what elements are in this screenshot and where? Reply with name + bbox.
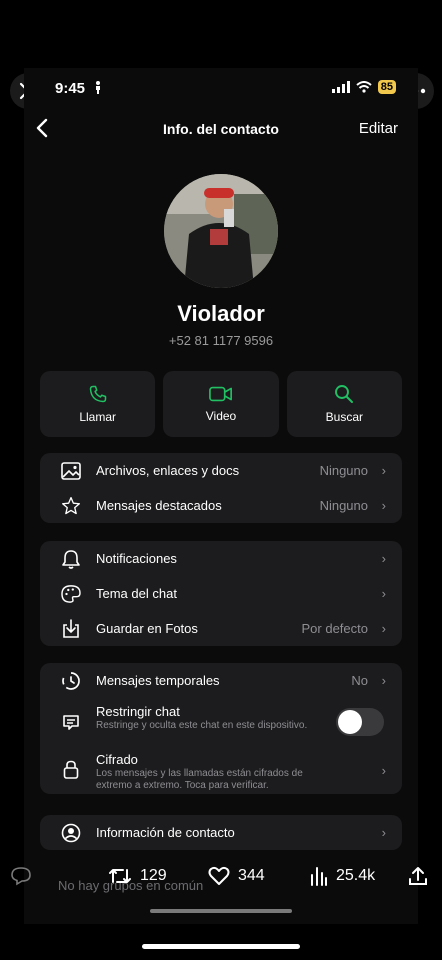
files-value: Ninguno	[319, 463, 368, 478]
contact-info-group: Información de contacto ›	[40, 815, 402, 850]
call-button[interactable]: Llamar	[40, 371, 156, 437]
encryption-description: Los mensajes y las llamadas están cifrad…	[96, 768, 303, 791]
palette-icon	[60, 583, 82, 605]
encryption-label: Cifrado	[96, 752, 138, 767]
disappearing-label: Mensajes temporales	[96, 673, 220, 688]
share-icon	[409, 867, 427, 885]
restrict-chat-toggle[interactable]	[336, 708, 384, 736]
restrict-icon	[60, 711, 82, 733]
chevron-right-icon: ›	[381, 586, 386, 601]
starred-label: Mensajes destacados	[96, 498, 222, 513]
avatar[interactable]	[164, 174, 278, 288]
chat-settings-group: Notificaciones › Tema del chat › Guardar…	[40, 541, 402, 646]
encryption-row[interactable]: Cifrado Los mensajes y las llamadas está…	[40, 746, 402, 794]
contact-info-row[interactable]: Información de contacto ›	[40, 815, 402, 850]
status-time: 9:45	[55, 80, 86, 97]
views-button[interactable]: 25.4k	[310, 866, 375, 886]
star-icon	[60, 495, 82, 517]
privacy-group: Mensajes temporales No › Restringir chat…	[40, 663, 402, 794]
chevron-right-icon: ›	[381, 825, 386, 840]
chevron-right-icon: ›	[381, 463, 386, 478]
action-row: Llamar Video Buscar	[40, 371, 402, 437]
notifications-label: Notificaciones	[96, 551, 177, 566]
comment-icon	[11, 867, 31, 886]
chevron-right-icon: ›	[381, 498, 386, 513]
retweet-button[interactable]: 129	[108, 866, 167, 886]
save-photos-label: Guardar en Fotos	[96, 621, 198, 636]
views-count: 25.4k	[336, 867, 376, 884]
tweet-action-bar: 129 344 25.4k	[0, 858, 442, 898]
save-to-photos-row[interactable]: Guardar en Fotos Por defecto ›	[40, 611, 402, 646]
disappearing-messages-row[interactable]: Mensajes temporales No ›	[40, 663, 402, 698]
reply-button[interactable]	[10, 866, 32, 886]
contact-info-label: Información de contacto	[96, 825, 235, 840]
search-icon	[335, 385, 354, 403]
user-circle-icon	[60, 822, 82, 844]
person-icon	[94, 81, 102, 99]
battery-badge: 85	[377, 80, 396, 94]
home-indicator	[142, 944, 300, 949]
share-button[interactable]	[408, 866, 428, 886]
video-icon	[209, 386, 232, 402]
contact-phone: +52 81 1177 9596	[168, 333, 274, 348]
files-links-docs-row[interactable]: Archivos, enlaces y docs Ninguno ›	[40, 453, 402, 488]
chevron-right-icon: ›	[381, 621, 386, 636]
video-label: Video	[205, 409, 237, 423]
bar-chart-icon	[311, 867, 327, 886]
wifi-icon	[356, 81, 372, 93]
like-button[interactable]: 344	[208, 866, 265, 886]
starred-value: Ninguno	[319, 498, 368, 513]
edit-button[interactable]: Editar	[359, 120, 398, 137]
save-photos-value: Por defecto	[301, 621, 369, 636]
inner-home-indicator	[150, 909, 292, 913]
download-icon	[60, 618, 82, 640]
signal-icon	[331, 81, 350, 93]
chevron-right-icon: ›	[381, 762, 386, 778]
restrict-description: Restringe y oculta este chat en este dis…	[96, 720, 308, 731]
image-icon	[60, 460, 82, 482]
search-label: Buscar	[325, 410, 363, 424]
lock-icon	[60, 759, 82, 781]
status-bar: 9:45 85	[24, 68, 418, 108]
retweet-count: 129	[140, 867, 167, 884]
contact-name: Violador	[177, 301, 265, 326]
timer-icon	[60, 670, 82, 692]
chat-theme-row[interactable]: Tema del chat ›	[40, 576, 402, 611]
chevron-right-icon: ›	[381, 551, 386, 566]
toggle-knob	[338, 710, 362, 734]
disappearing-value: No	[351, 673, 368, 688]
heart-icon	[208, 866, 230, 885]
media-group: Archivos, enlaces y docs Ninguno › Mensa…	[40, 453, 402, 523]
starred-messages-row[interactable]: Mensajes destacados Ninguno ›	[40, 488, 402, 523]
retweet-icon	[109, 869, 131, 883]
restrict-chat-row: Restringir chat Restringe y oculta este …	[40, 698, 402, 746]
like-count: 344	[238, 867, 265, 884]
nav-bar: Info. del contacto Editar	[24, 116, 418, 144]
search-button[interactable]: Buscar	[286, 371, 402, 437]
phone-screenshot: 9:45 85 Info. del contacto Editar Violad…	[24, 68, 418, 924]
restrict-label: Restringir chat	[96, 704, 180, 719]
video-button[interactable]: Video	[163, 371, 279, 437]
notifications-row[interactable]: Notificaciones ›	[40, 541, 402, 576]
bell-icon	[60, 548, 82, 570]
files-label: Archivos, enlaces y docs	[96, 463, 240, 478]
chat-theme-label: Tema del chat	[96, 586, 177, 601]
call-label: Llamar	[79, 410, 116, 424]
phone-icon	[89, 385, 106, 403]
chevron-right-icon: ›	[381, 673, 386, 688]
